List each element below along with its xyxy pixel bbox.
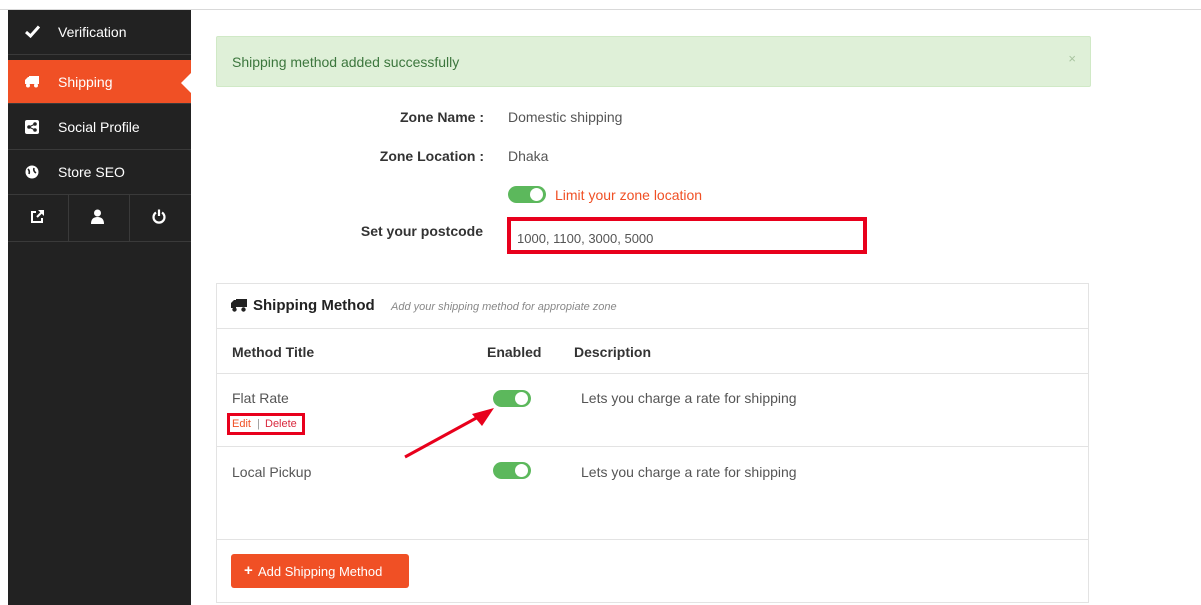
- close-icon[interactable]: ×: [1068, 51, 1076, 66]
- divider: [217, 539, 1088, 540]
- sidebar: Verification Shipping Social Profile Sto…: [8, 10, 192, 605]
- check-icon: [25, 25, 41, 39]
- success-alert: Shipping method added successfully ×: [216, 36, 1091, 87]
- postcode-input[interactable]: 1000, 1100, 3000, 5000: [507, 217, 867, 254]
- external-link-button[interactable]: [8, 195, 69, 241]
- plus-icon: +: [244, 562, 253, 579]
- zone-name-label: Zone Name :: [399, 109, 484, 125]
- add-shipping-method-label: Add Shipping Method: [258, 564, 383, 579]
- row-actions: Edit | Delete: [227, 413, 305, 435]
- profile-button[interactable]: [69, 195, 130, 241]
- edit-link[interactable]: Edit: [232, 418, 251, 430]
- delete-link[interactable]: Delete: [265, 418, 297, 430]
- panel-subtitle: Add your shipping method for appropiate …: [391, 301, 617, 313]
- zone-name-value: Domestic shipping: [508, 109, 623, 125]
- power-icon: [152, 209, 166, 224]
- annotation-arrow-icon: [404, 408, 494, 459]
- alert-message: Shipping method added successfully: [232, 54, 460, 70]
- panel-header: Shipping Method Add your shipping method…: [217, 284, 1088, 329]
- sidebar-item-verification[interactable]: Verification: [8, 10, 191, 55]
- method-title-local-pickup: Local Pickup: [232, 464, 312, 480]
- sidebar-icon-row: [8, 195, 191, 242]
- zone-location-label: Zone Location :: [379, 148, 484, 164]
- method-description: Lets you charge a rate for shipping: [581, 390, 797, 406]
- divider: [217, 446, 1088, 447]
- method-title-flat-rate: Flat Rate: [232, 390, 289, 406]
- truck-icon: [25, 75, 39, 89]
- sidebar-item-store-seo[interactable]: Store SEO: [8, 150, 191, 195]
- postcode-value: 1000, 1100, 3000, 5000: [517, 231, 654, 246]
- globe-icon: [25, 165, 39, 179]
- local-pickup-enabled-toggle[interactable]: [493, 462, 531, 479]
- add-shipping-method-button[interactable]: + Add Shipping Method: [231, 554, 409, 588]
- sidebar-item-label: Shipping: [58, 74, 113, 90]
- column-header-method-title: Method Title: [232, 344, 315, 360]
- limit-zone-label: Limit your zone location: [555, 187, 703, 203]
- shipping-method-panel: Shipping Method Add your shipping method…: [216, 283, 1089, 603]
- column-header-enabled: Enabled: [487, 344, 542, 360]
- user-icon: [91, 209, 104, 224]
- divider: [217, 373, 1088, 374]
- sidebar-item-label: Social Profile: [58, 119, 140, 135]
- sidebar-item-label: Store SEO: [58, 164, 125, 180]
- column-header-description: Description: [574, 344, 652, 360]
- sidebar-item-social-profile[interactable]: Social Profile: [8, 105, 191, 150]
- external-link-icon: [31, 210, 44, 223]
- method-description: Lets you charge a rate for shipping: [581, 464, 797, 480]
- top-border: [0, 0, 1201, 10]
- separator: |: [257, 418, 260, 430]
- postcode-label: Set your postcode: [360, 223, 483, 239]
- panel-title: Shipping Method: [253, 297, 375, 314]
- zone-location-value: Dhaka: [508, 148, 549, 164]
- sidebar-item-label: Verification: [58, 24, 127, 40]
- sidebar-item-shipping[interactable]: Shipping: [8, 60, 192, 104]
- logout-button[interactable]: [130, 195, 190, 241]
- limit-zone-toggle[interactable]: [508, 186, 546, 203]
- share-icon: [25, 120, 39, 134]
- truck-icon: [231, 299, 247, 312]
